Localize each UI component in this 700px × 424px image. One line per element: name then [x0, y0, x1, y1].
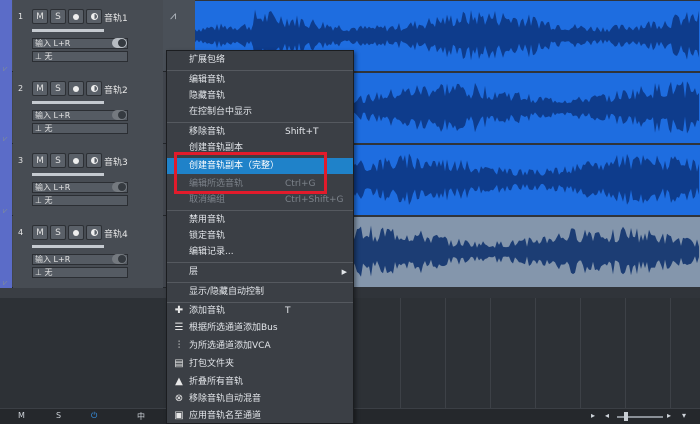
context-menu: 扩展包络 编辑音轨 隐藏音轨 在控制台中显示 移除音轨 Shift+T 创建音轨副… — [166, 50, 354, 424]
menu-toggle-automation[interactable]: 显示/隐藏自动控制 — [167, 284, 353, 300]
monitor-button[interactable] — [86, 225, 102, 240]
automation-expand-icon[interactable]: ⩗ — [3, 206, 8, 216]
input-toggle[interactable] — [112, 182, 127, 192]
output-selector[interactable]: ⊥ 无 — [32, 123, 128, 134]
monitor-icon — [90, 13, 98, 20]
volume-slider[interactable] — [32, 245, 104, 248]
menu-remove-track[interactable]: 移除音轨 Shift+T — [167, 124, 353, 140]
menu-layer[interactable]: 层 ▶ — [167, 264, 353, 280]
plus-icon: ✚ — [174, 305, 184, 316]
mute-button[interactable]: M — [32, 9, 48, 24]
input-toggle[interactable] — [112, 254, 127, 264]
scroll-right-icon[interactable]: ▸ — [591, 411, 595, 420]
monitor-icon — [90, 157, 98, 164]
track-name[interactable]: 音轨2 — [104, 83, 128, 96]
menu-lock-track[interactable]: 锁定音轨 — [167, 228, 353, 244]
mute-button[interactable]: M — [32, 225, 48, 240]
output-selector[interactable]: ⊥ 无 — [32, 267, 128, 278]
global-mute-button[interactable]: M — [18, 411, 25, 420]
menu-remove-automix[interactable]: ⊗ 移除音轨自动混音 — [167, 391, 353, 407]
apply-icon: ▣ — [174, 410, 184, 421]
automation-expand-icon[interactable]: ⩗ — [3, 278, 8, 288]
waveform-icon[interactable]: ⩘ — [170, 9, 176, 23]
track-name[interactable]: 音轨4 — [104, 227, 128, 240]
output-selector[interactable]: ⊥ 无 — [32, 195, 128, 206]
menu-edit-track[interactable]: 编辑音轨 — [167, 72, 353, 88]
record-icon — [73, 13, 79, 20]
record-icon — [73, 157, 79, 164]
track-number: 4 — [18, 228, 24, 237]
record-arm-button[interactable] — [68, 81, 84, 96]
folder-icon: ▤ — [174, 358, 184, 369]
menu-expand-envelope[interactable]: 扩展包络 — [167, 52, 353, 68]
global-solo-button[interactable]: S — [56, 411, 61, 420]
volume-slider[interactable] — [32, 173, 104, 176]
input-toggle[interactable] — [112, 110, 127, 120]
track-name[interactable]: 音轨1 — [104, 11, 128, 24]
track-color-strip — [0, 0, 12, 72]
track-name[interactable]: 音轨3 — [104, 155, 128, 168]
mute-button[interactable]: M — [32, 153, 48, 168]
scroll-down-icon[interactable]: ▾ — [682, 411, 686, 420]
record-arm-button[interactable] — [68, 153, 84, 168]
volume-slider[interactable] — [32, 101, 104, 104]
track-number: 2 — [18, 84, 24, 93]
menu-add-vca[interactable]: ⫶ 为所选通道添加VCA — [167, 338, 353, 354]
menu-edit-history[interactable]: 编辑记录... — [167, 244, 353, 260]
menu-ungroup[interactable]: 取消编组 Ctrl+Shift+G — [167, 192, 353, 208]
menu-apply-names[interactable]: ▣ 应用音轨名至通道 — [167, 408, 353, 424]
vca-icon: ⫶ — [177, 340, 181, 351]
record-icon — [73, 85, 79, 92]
menu-hide-track[interactable]: 隐藏音轨 — [167, 88, 353, 104]
power-icon[interactable]: ⏻ — [91, 411, 97, 421]
bus-icon: ☰ — [174, 322, 184, 333]
solo-button[interactable]: S — [50, 153, 66, 168]
zoom-out-icon[interactable]: ◂ — [605, 411, 609, 420]
solo-button[interactable]: S — [50, 9, 66, 24]
track-number: 3 — [18, 156, 24, 165]
menu-add-track[interactable]: ✚ 添加音轨 T — [167, 303, 353, 319]
zoom-slider-handle[interactable] — [624, 412, 628, 421]
monitor-icon — [90, 229, 98, 236]
menu-add-bus[interactable]: ☰ 根据所选通道添加Bus — [167, 320, 353, 336]
track-number: 1 — [18, 12, 24, 21]
zoom-in-icon[interactable]: ▸ — [667, 411, 671, 420]
output-selector[interactable]: ⊥ 无 — [32, 51, 128, 62]
menu-collapse-all[interactable]: ▲ 折叠所有音轨 — [167, 374, 353, 390]
highlight-annotation-box — [174, 152, 327, 194]
record-icon — [73, 229, 79, 236]
monitor-button[interactable] — [86, 153, 102, 168]
record-arm-button[interactable] — [68, 225, 84, 240]
menu-disable-track[interactable]: 禁用音轨 — [167, 212, 353, 228]
automation-expand-icon[interactable]: ⩗ — [3, 134, 8, 144]
monitor-button[interactable] — [86, 9, 102, 24]
menu-pack-folder[interactable]: ▤ 打包文件夹 — [167, 356, 353, 372]
solo-button[interactable]: S — [50, 225, 66, 240]
monitor-button[interactable] — [86, 81, 102, 96]
collapse-icon: ▲ — [175, 376, 183, 387]
menu-show-in-console[interactable]: 在控制台中显示 — [167, 104, 353, 120]
chevron-right-icon: ▶ — [341, 268, 347, 276]
record-arm-button[interactable] — [68, 9, 84, 24]
monitor-icon — [90, 85, 98, 92]
volume-slider[interactable] — [32, 29, 104, 32]
input-toggle[interactable] — [112, 38, 127, 48]
mute-button[interactable]: M — [32, 81, 48, 96]
solo-button[interactable]: S — [50, 81, 66, 96]
automix-icon: ⊗ — [174, 393, 184, 404]
center-button[interactable]: 中 — [137, 411, 145, 422]
